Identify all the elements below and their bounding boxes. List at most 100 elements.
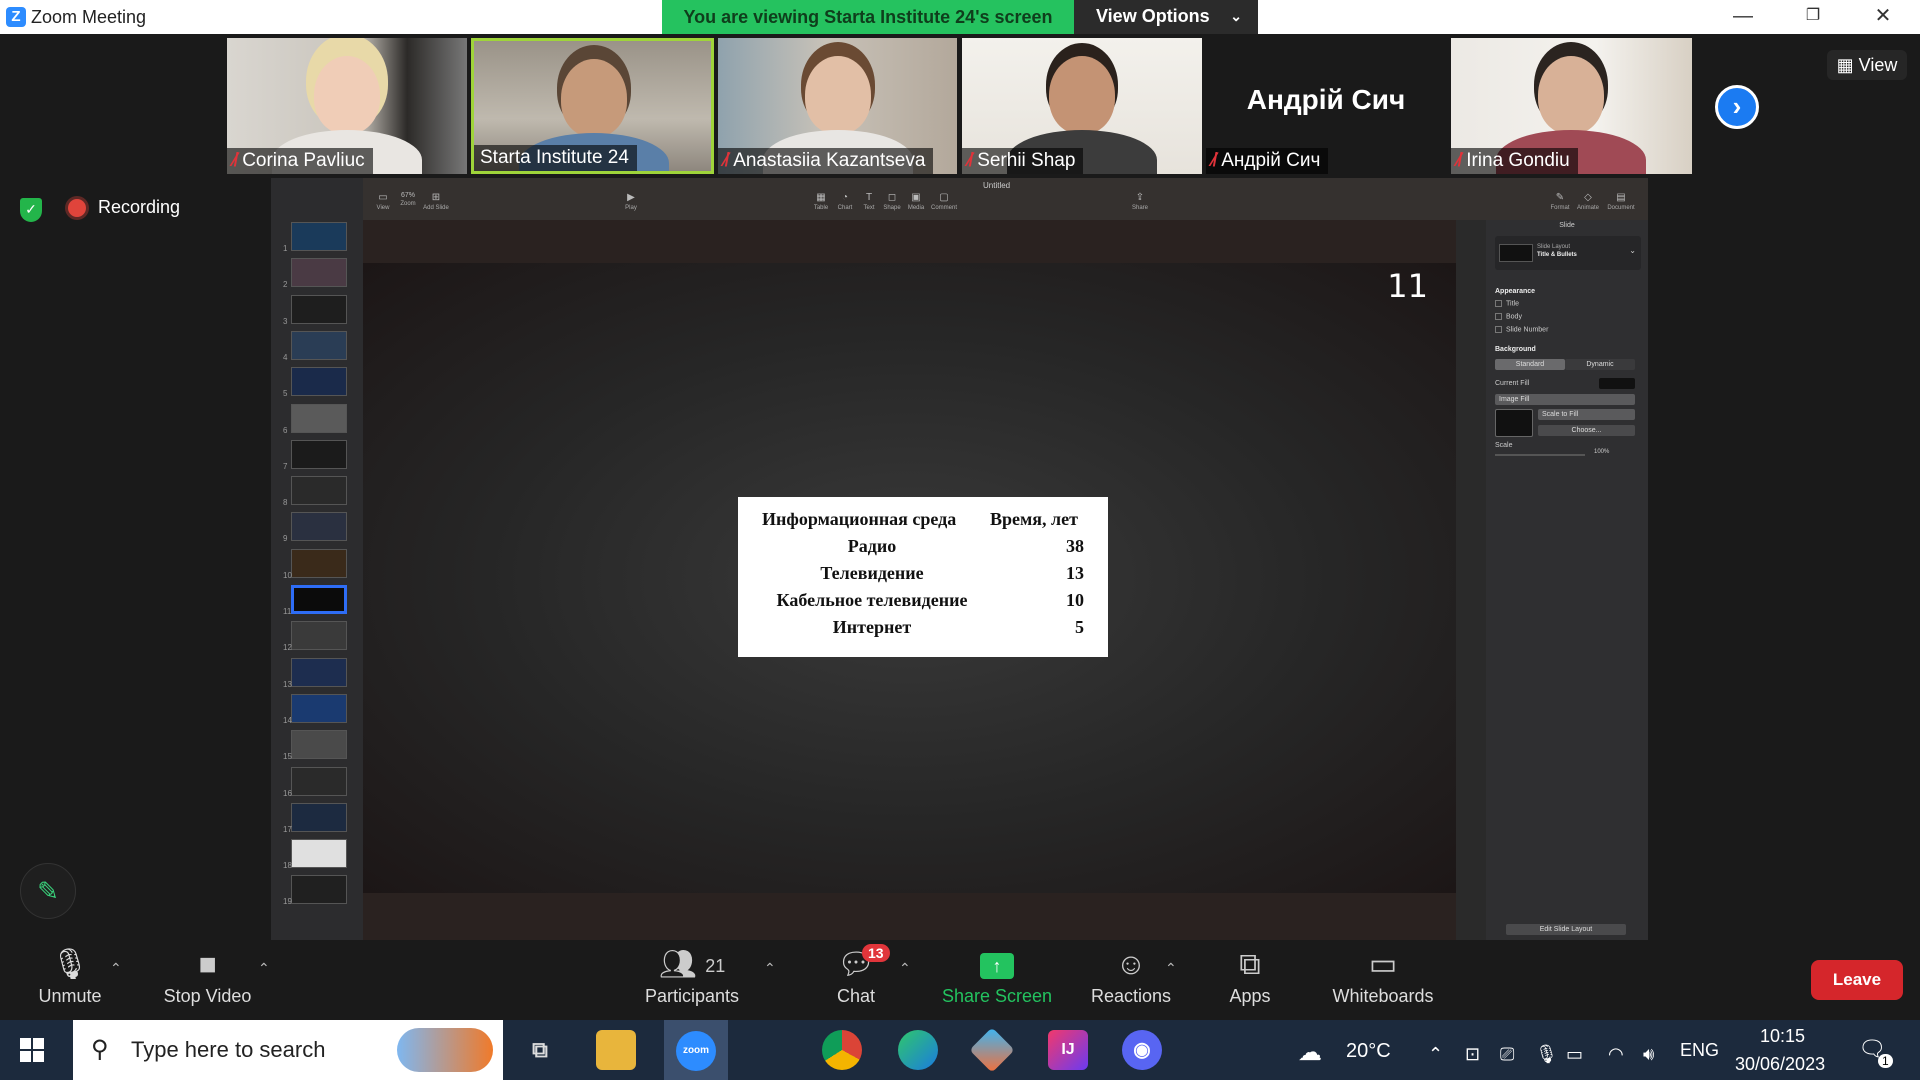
leave-button[interactable]: Leave xyxy=(1811,960,1903,1000)
slide-thumbnail[interactable] xyxy=(291,403,347,433)
scale-value[interactable]: 100% xyxy=(1594,449,1609,455)
intellij-icon[interactable]: IJ xyxy=(1048,1030,1088,1070)
stop-video-button[interactable]: ■ Stop Video xyxy=(155,940,260,1007)
reactions-button[interactable]: ☺︎ Reactions xyxy=(1090,940,1172,1007)
tool-format[interactable]: ✎ Format xyxy=(1549,192,1571,211)
apps-button[interactable]: ⧉ Apps xyxy=(1222,940,1278,1007)
tray-display-icon[interactable]: ⎚ xyxy=(1500,1044,1514,1065)
slide-thumbnail[interactable] xyxy=(291,548,347,578)
slide-thumbnail[interactable] xyxy=(291,258,347,288)
security-shield-icon[interactable]: ✓ xyxy=(20,198,42,222)
weather-temperature[interactable]: 20°C xyxy=(1346,1040,1391,1063)
view-button[interactable]: ▦ View xyxy=(1827,50,1907,80)
slide-thumbnail[interactable] xyxy=(291,512,347,542)
slide-thumbnail[interactable] xyxy=(291,875,347,905)
restore-button[interactable]: ❐ xyxy=(1788,0,1838,34)
slide-table[interactable]: Информационная среда Время, лет Радио 38 … xyxy=(738,497,1108,657)
slide-thumbnail[interactable] xyxy=(291,330,347,360)
discord-icon[interactable]: ◉ xyxy=(1122,1030,1162,1070)
current-slide[interactable]: 11 Информационная среда Время, лет Радио… xyxy=(363,263,1456,893)
slide-thumbnail[interactable] xyxy=(291,222,347,251)
appearance-slide-number-checkbox[interactable]: Slide Number xyxy=(1495,326,1548,333)
slide-thumbnail[interactable] xyxy=(291,693,347,723)
tool-text[interactable]: T Text xyxy=(859,192,879,211)
edit-slide-layout-button[interactable]: Edit Slide Layout xyxy=(1506,924,1626,935)
slide-thumbnail[interactable] xyxy=(291,657,347,687)
file-explorer-icon[interactable] xyxy=(596,1030,636,1070)
slide-thumbnail[interactable] xyxy=(291,766,347,796)
choose-image-button[interactable]: Choose... xyxy=(1538,425,1635,436)
next-page-arrow-icon[interactable]: › xyxy=(1715,85,1759,129)
participant-tile[interactable]: ⁄̸ Corina Pavliuc xyxy=(227,38,467,174)
slide-thumbnail[interactable] xyxy=(291,839,347,869)
close-button[interactable]: ✕ xyxy=(1858,0,1908,34)
clock-time[interactable]: 10:15 xyxy=(1760,1026,1805,1047)
clock-date[interactable]: 30/06/2023 xyxy=(1735,1054,1825,1075)
tool-view[interactable]: ▭ View xyxy=(373,192,393,211)
bg-standard-button[interactable]: Standard xyxy=(1495,359,1565,370)
scale-to-fill-dropdown[interactable]: Scale to Fill xyxy=(1538,409,1635,420)
grid-icon: ▦ xyxy=(1836,55,1854,75)
reactions-options-caret[interactable]: ⌃ xyxy=(1165,960,1177,977)
bg-dynamic-button[interactable]: Dynamic xyxy=(1565,359,1635,370)
slide-thumbnail[interactable] xyxy=(291,585,347,614)
slide-thumbnail[interactable] xyxy=(291,294,347,324)
tray-meet-icon[interactable]: ⊡ xyxy=(1465,1044,1480,1065)
tool-play[interactable]: ▶ Play xyxy=(621,192,641,211)
wifi-icon[interactable]: ◠ xyxy=(1608,1044,1624,1065)
tool-media[interactable]: ▣ Media xyxy=(905,192,927,211)
chat-options-caret[interactable]: ⌃ xyxy=(899,960,911,977)
tray-chevron-up-icon[interactable]: ⌃ xyxy=(1428,1044,1443,1065)
tool-add-slide[interactable]: ⊞ Add Slide xyxy=(421,192,451,211)
slide-thumbnail-number: 7 xyxy=(283,461,288,471)
slide-layout-selector[interactable]: Slide Layout Title & Bullets ⌄ xyxy=(1495,236,1641,270)
slide-thumbnail[interactable] xyxy=(291,802,347,832)
slide-thumbnail[interactable] xyxy=(291,730,347,760)
participants-options-caret[interactable]: ⌃ xyxy=(764,960,776,977)
slide-thumbnail[interactable] xyxy=(291,476,347,506)
tool-comment[interactable]: ▢ Comment xyxy=(929,192,959,211)
appearance-title-checkbox[interactable]: Title xyxy=(1495,300,1519,307)
participant-tile[interactable]: ⁄̸ Serhii Shap xyxy=(962,38,1202,174)
slide-thumbnail[interactable] xyxy=(291,621,347,651)
battery-icon[interactable]: ▭ xyxy=(1566,1044,1583,1065)
slide-thumbnail[interactable] xyxy=(291,439,347,469)
tool-shape[interactable]: ◻ Shape xyxy=(881,192,903,211)
taskbar-search[interactable]: ⚲ Type here to search xyxy=(73,1020,503,1080)
taskbar-zoom-app[interactable]: zoom xyxy=(664,1020,728,1080)
tray-microphone-icon[interactable]: 🎙︎ xyxy=(1535,1044,1558,1065)
language-indicator[interactable]: ENG xyxy=(1680,1040,1719,1061)
participant-tile-no-video[interactable]: Андрій Сич ⁄̸ Андрій Сич xyxy=(1206,38,1446,174)
participants-button[interactable]: 👥︎ 21 Participants xyxy=(634,940,750,1007)
unmute-button[interactable]: 🎙︎ Unmute xyxy=(30,940,110,1007)
slide-canvas[interactable]: 11 Информационная среда Время, лет Радио… xyxy=(363,220,1456,940)
whiteboards-button[interactable]: ▭ Whiteboards xyxy=(1328,940,1438,1007)
participant-tile[interactable]: ⁄̸ Anastasiia Kazantseva xyxy=(718,38,957,174)
tool-chart[interactable]: ◔ Chart xyxy=(835,192,855,211)
participant-tile-active-speaker[interactable]: Starta Institute 24 xyxy=(471,38,714,174)
slide-thumbnail[interactable] xyxy=(291,367,347,397)
tool-share[interactable]: ⇪ Share xyxy=(1130,192,1150,211)
view-options-button[interactable]: View Options ⌄ xyxy=(1074,0,1258,34)
tool-animate[interactable]: ◇ Animate xyxy=(1575,192,1601,211)
inspector-tab[interactable]: Slide xyxy=(1486,222,1648,229)
edge-icon[interactable] xyxy=(898,1030,938,1070)
windows-start-icon[interactable] xyxy=(20,1038,44,1062)
tool-document[interactable]: ▤ Document xyxy=(1605,192,1637,211)
audio-options-caret[interactable]: ⌃ xyxy=(110,960,122,977)
scale-slider[interactable] xyxy=(1495,454,1585,456)
current-fill-swatch[interactable] xyxy=(1599,378,1635,389)
annotate-pencil-icon[interactable]: ✎ xyxy=(20,863,76,919)
tool-zoom[interactable]: 67% Zoom xyxy=(397,192,419,207)
tool-table[interactable]: ▦ Table xyxy=(811,192,831,211)
participant-tile[interactable]: ⁄̸ Irina Gondiu xyxy=(1451,38,1692,174)
appearance-body-checkbox[interactable]: Body xyxy=(1495,313,1522,320)
share-screen-button[interactable]: ↑ Share Screen xyxy=(940,940,1054,1007)
video-options-caret[interactable]: ⌃ xyxy=(258,960,270,977)
task-view-icon[interactable]: ⧉ xyxy=(520,1030,560,1070)
slide-thumbnail-number: 11 xyxy=(283,607,292,616)
minimize-button[interactable]: — xyxy=(1718,0,1768,34)
fill-type-dropdown[interactable]: Image Fill xyxy=(1495,394,1635,405)
volume-icon[interactable]: 🔊︎ xyxy=(1643,1044,1654,1065)
chrome-icon[interactable] xyxy=(822,1030,862,1070)
